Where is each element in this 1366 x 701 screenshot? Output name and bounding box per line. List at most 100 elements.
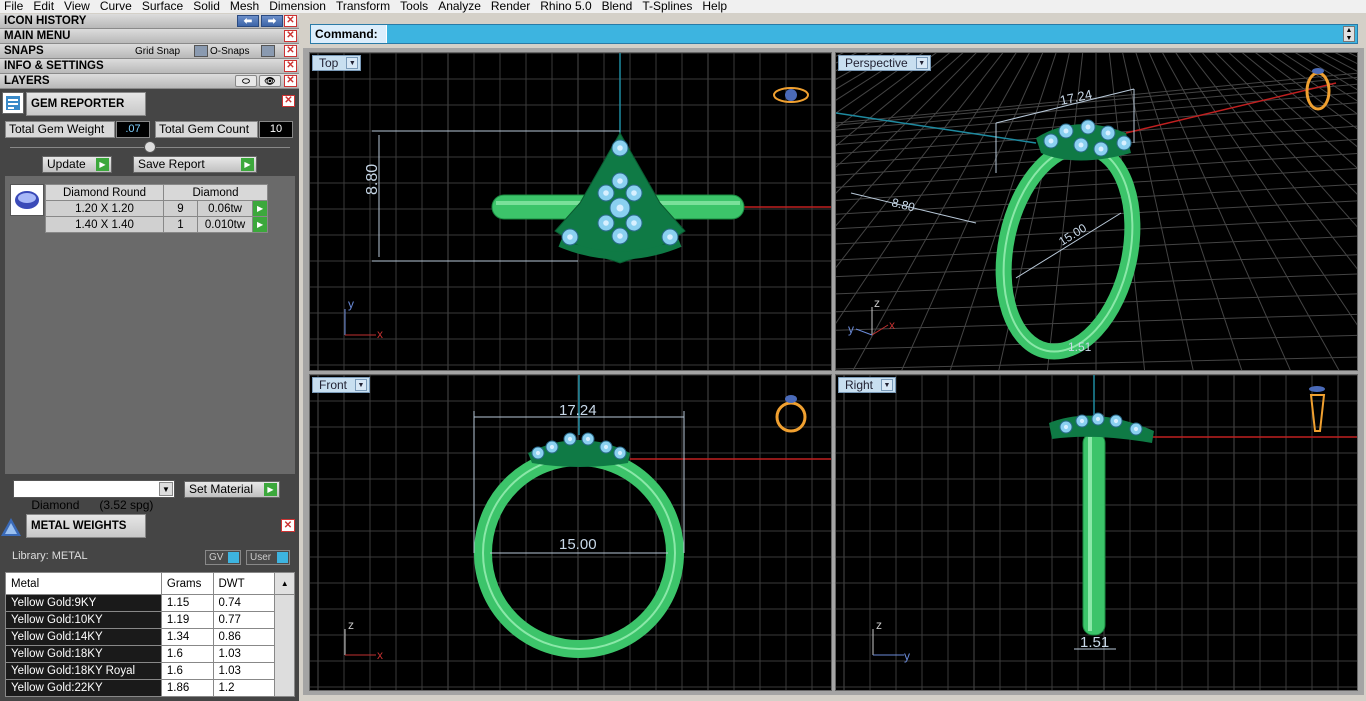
- menu-item-analyze[interactable]: Analyze: [433, 0, 486, 13]
- user-toggle[interactable]: User: [246, 550, 290, 565]
- dimension-width: 17.24: [1059, 86, 1094, 107]
- grid-line: [1135, 53, 1243, 370]
- play-icon[interactable]: ▶: [252, 216, 268, 233]
- grid-line: [836, 254, 1357, 278]
- table-row[interactable]: 1.40 X 1.40 1 0.010tw ▶: [45, 216, 268, 233]
- menu-item-tools[interactable]: Tools: [395, 0, 433, 13]
- gem-facet: [1048, 138, 1054, 144]
- left-panel: ICON HISTORY ⬅ ➡ ✕ MAIN MENU ✕ SNAPS Gri…: [0, 14, 299, 701]
- dwt-header: DWT: [212, 572, 276, 595]
- menu-item-transform[interactable]: Transform: [331, 0, 395, 13]
- snaps-header[interactable]: SNAPS Grid Snap O-Snaps ✕: [0, 44, 299, 59]
- info-settings-header[interactable]: INFO & SETTINGS ✕: [0, 59, 299, 74]
- close-icon[interactable]: ✕: [284, 75, 297, 87]
- viewport-perspective[interactable]: Perspective ▼ 17.24 8.80 15.00 1.51 z x y: [835, 52, 1358, 371]
- set-material-button[interactable]: Set Material ▶: [184, 481, 280, 498]
- menu-item-blend[interactable]: Blend: [597, 0, 638, 13]
- gem-reporter-title: GEM REPORTER: [31, 98, 125, 110]
- menu-item-rhino-5-0[interactable]: Rhino 5.0: [535, 0, 596, 13]
- command-bar[interactable]: Command: ▲ ▼: [310, 24, 1358, 44]
- close-icon[interactable]: ✕: [284, 30, 297, 42]
- axis-indicator: [871, 324, 889, 336]
- slider-handle[interactable]: [144, 141, 156, 153]
- menu-item-solid[interactable]: Solid: [188, 0, 225, 13]
- scroll-up-icon[interactable]: ▲: [274, 572, 295, 595]
- chevron-down-icon[interactable]: ▼: [915, 57, 928, 69]
- table-row[interactable]: Yellow Gold:18KY Royal 1.6 1.03: [5, 662, 295, 680]
- menu-item-help[interactable]: Help: [697, 0, 732, 13]
- menu-item-edit[interactable]: Edit: [28, 0, 59, 13]
- menu-item-curve[interactable]: Curve: [95, 0, 137, 13]
- o-snaps-label: O-Snaps: [210, 45, 250, 57]
- viewport-front[interactable]: Front ▼ 17.24 15.00 z x: [309, 374, 832, 691]
- chevron-down-icon[interactable]: ▼: [159, 482, 173, 496]
- close-icon[interactable]: ✕: [284, 45, 297, 57]
- menu-item-t-splines[interactable]: T-Splines: [637, 0, 697, 13]
- close-icon[interactable]: ✕: [282, 95, 295, 107]
- grid-line: [836, 76, 1357, 126]
- viewport-right-label: Right: [845, 378, 874, 392]
- close-icon[interactable]: ✕: [281, 519, 295, 532]
- material-select[interactable]: Diamond (3.52 spg) ▼: [13, 480, 175, 512]
- top-view-canvas: 8.80 y x: [310, 53, 831, 370]
- table-row[interactable]: Yellow Gold:10KY 1.19 0.77: [5, 611, 295, 629]
- layers-header[interactable]: LAYERS ⬭ 👁 ✕: [0, 74, 299, 89]
- main-menu-header[interactable]: MAIN MENU ✕: [0, 29, 299, 44]
- table-row[interactable]: 1.20 X 1.20 9 0.06tw ▶: [45, 200, 268, 217]
- metal-name: Yellow Gold:14KY: [5, 628, 162, 646]
- grid-snap-toggle[interactable]: [194, 45, 208, 57]
- gem-facet: [667, 234, 673, 240]
- viewport-tab-perspective[interactable]: Perspective ▼: [838, 55, 931, 71]
- table-row[interactable]: Yellow Gold:22KY 1.86 1.2: [5, 679, 295, 697]
- close-icon[interactable]: ✕: [284, 60, 297, 72]
- forward-arrow-icon[interactable]: ➡: [261, 15, 283, 27]
- command-scroll[interactable]: ▲ ▼: [1343, 26, 1355, 42]
- play-icon: ▶: [241, 158, 254, 171]
- gem-table-header-type: Diamond: [163, 184, 268, 201]
- gem-facet: [535, 450, 541, 456]
- save-report-button[interactable]: Save Report ▶: [133, 156, 257, 173]
- chevron-down-icon[interactable]: ▼: [881, 379, 894, 391]
- dimension-height: 8.80: [364, 164, 381, 195]
- gem-size: 1.40 X 1.40: [45, 216, 164, 233]
- table-row[interactable]: Yellow Gold:14KY 1.34 0.86: [5, 628, 295, 646]
- update-button[interactable]: Update ▶: [42, 156, 112, 173]
- menu-item-render[interactable]: Render: [486, 0, 535, 13]
- gem-facet: [603, 444, 609, 450]
- metal-weights-icon: [0, 516, 22, 538]
- chevron-down-icon[interactable]: ▼: [355, 379, 368, 391]
- viewport-tab-front[interactable]: Front ▼: [312, 377, 371, 393]
- dimension-thickness: 1.51: [1068, 340, 1092, 354]
- viewport-top[interactable]: Top ▼ 8.80 y x: [309, 52, 832, 371]
- table-row[interactable]: Yellow Gold:9KY 1.15 0.74: [5, 594, 295, 697]
- layer-off-icon[interactable]: ⬭: [235, 75, 257, 87]
- menu-item-mesh[interactable]: Mesh: [225, 0, 264, 13]
- viewport-tab-right[interactable]: Right ▼: [838, 377, 897, 393]
- table-row[interactable]: Yellow Gold:18KY 1.6 1.03: [5, 645, 295, 663]
- menu-item-file[interactable]: File: [0, 0, 28, 13]
- menu-item-surface[interactable]: Surface: [137, 0, 188, 13]
- axis-label-y: y: [348, 297, 354, 311]
- right-view-canvas: 1.51 z y: [836, 375, 1357, 690]
- gem-facet: [1085, 124, 1091, 130]
- metal-grams: 1.6: [160, 645, 214, 663]
- o-snaps-toggle[interactable]: [261, 45, 275, 57]
- grid-line: [836, 293, 1357, 313]
- eye-icon[interactable]: 👁: [259, 75, 281, 87]
- viewport-right[interactable]: Right ▼ 1.51 z y: [835, 374, 1358, 691]
- close-icon[interactable]: ✕: [284, 15, 297, 27]
- scrollbar[interactable]: [274, 594, 295, 697]
- menu-item-dimension[interactable]: Dimension: [264, 0, 331, 13]
- viewport-tab-top[interactable]: Top ▼: [312, 55, 362, 71]
- metal-grams: 1.15: [160, 594, 214, 612]
- gv-toggle[interactable]: GV: [205, 550, 241, 565]
- back-arrow-icon[interactable]: ⬅: [237, 15, 259, 27]
- dimension-height: 8.80: [890, 195, 916, 214]
- play-icon[interactable]: ▶: [252, 200, 268, 217]
- gem-count: 9: [163, 200, 198, 217]
- metal-grams: 1.86: [160, 679, 214, 697]
- icon-history-header[interactable]: ICON HISTORY ⬅ ➡ ✕: [0, 14, 299, 29]
- menu-item-view[interactable]: View: [59, 0, 95, 13]
- chevron-down-icon[interactable]: ▼: [346, 57, 359, 69]
- gem-reporter-header-bar: ✕: [146, 94, 297, 112]
